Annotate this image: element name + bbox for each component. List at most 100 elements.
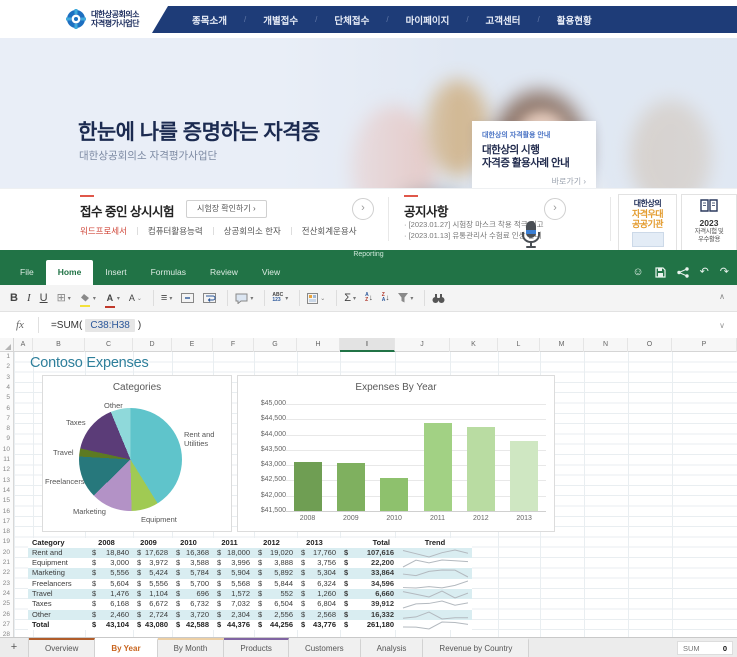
row-header-5[interactable]: 5: [6, 393, 10, 403]
nav-item-5[interactable]: 고객센터: [486, 13, 521, 27]
table-row-travel[interactable]: Travel$1,476$1,104$696$1,572$552$1,260$6…: [28, 589, 472, 599]
check-test-site-button[interactable]: 시험장 확인하기 ›: [186, 200, 267, 218]
row-header-13[interactable]: 13: [3, 476, 10, 486]
bar-2009[interactable]: [337, 463, 365, 511]
row-header-21[interactable]: 21: [3, 558, 10, 568]
sort-descending-button[interactable]: ZA ↓: [382, 289, 390, 307]
sort-ascending-button[interactable]: AZ ↓: [365, 289, 373, 307]
share-icon[interactable]: [677, 267, 689, 278]
column-header-H[interactable]: H: [297, 338, 340, 352]
row-header-3[interactable]: 3: [6, 373, 10, 383]
exam-next-arrow[interactable]: ›: [352, 198, 374, 220]
sheet-tab-overview[interactable]: Overview: [29, 638, 95, 657]
row-header-28[interactable]: 28: [3, 630, 10, 637]
column-header-J[interactable]: J: [395, 338, 450, 352]
expand-formula-bar-icon[interactable]: ∨: [719, 321, 725, 330]
row-header-27[interactable]: 27: [3, 620, 10, 630]
sheet-tab-customers[interactable]: Customers: [289, 638, 361, 657]
column-header-E[interactable]: E: [172, 338, 213, 352]
table-row-marketing[interactable]: Marketing$5,556$5,424$5,784$5,904$5,892$…: [28, 568, 472, 578]
fill-color-button[interactable]: ▾: [80, 289, 96, 307]
pie-chart[interactable]: Categories Rent and UtilitiesEquipmentMa…: [42, 375, 232, 532]
banner-qualification-preference[interactable]: 대한상의 자격우대 공공기관: [618, 194, 677, 251]
exam-link-1[interactable]: 워드프로세서: [80, 225, 127, 237]
bold-button[interactable]: B: [10, 289, 18, 307]
column-header-P[interactable]: P: [672, 338, 737, 352]
bar-2011[interactable]: [424, 423, 452, 511]
align-button[interactable]: ≡▾: [161, 289, 172, 307]
column-header-C[interactable]: C: [85, 338, 133, 352]
ribbon-tab-insert[interactable]: Insert: [93, 260, 138, 285]
nav-item-2[interactable]: 개별접수: [263, 13, 298, 27]
row-header-19[interactable]: 19: [3, 537, 10, 547]
row-header-14[interactable]: 14: [3, 486, 10, 496]
row-header-10[interactable]: 10: [3, 445, 10, 455]
column-header-I[interactable]: I: [340, 338, 395, 352]
smiley-icon[interactable]: ☺: [632, 267, 643, 278]
survey-button[interactable]: ⌄: [307, 289, 325, 307]
nav-item-4[interactable]: 마이페이지: [406, 13, 450, 27]
exam-link-4[interactable]: 전산회계운용사: [302, 225, 357, 237]
bar-2013[interactable]: [510, 441, 538, 511]
borders-button[interactable]: ⊞▾: [57, 289, 71, 307]
bar-2012[interactable]: [467, 427, 495, 511]
bar-chart[interactable]: Expenses By Year $45,000$44,500$44,000$4…: [237, 375, 555, 532]
row-header-9[interactable]: 9: [6, 434, 10, 444]
row-header-26[interactable]: 26: [3, 610, 10, 620]
promo-shortcut-link[interactable]: 바로가기 ›: [552, 176, 586, 187]
ribbon-tab-review[interactable]: Review: [198, 260, 250, 285]
sheet-tab-revenue-by-country[interactable]: Revenue by Country: [423, 638, 529, 657]
row-header-15[interactable]: 15: [3, 496, 10, 506]
row-header-18[interactable]: 18: [3, 527, 10, 537]
column-header-N[interactable]: N: [584, 338, 628, 352]
row-header-22[interactable]: 22: [3, 568, 10, 578]
nav-item-1[interactable]: 종목소개: [192, 13, 227, 27]
save-icon[interactable]: [655, 267, 666, 278]
exam-link-2[interactable]: 컴퓨터활용능력: [148, 225, 203, 237]
row-header-8[interactable]: 8: [6, 424, 10, 434]
column-header-D[interactable]: D: [133, 338, 172, 352]
nav-item-6[interactable]: 활용현황: [557, 13, 592, 27]
notice-next-arrow[interactable]: ›: [544, 198, 566, 220]
row-header-17[interactable]: 17: [3, 517, 10, 527]
row-header-25[interactable]: 25: [3, 599, 10, 609]
table-row-taxes[interactable]: Taxes$6,168$6,672$6,732$7,032$6,504$6,80…: [28, 599, 472, 609]
ribbon-tab-home[interactable]: Home: [46, 260, 94, 285]
ribbon-tab-formulas[interactable]: Formulas: [139, 260, 198, 285]
column-header-O[interactable]: O: [628, 338, 672, 352]
bar-2010[interactable]: [380, 478, 408, 511]
table-row-rent-and-utilities[interactable]: Rent and Utilities$18,840$17,628$16,368$…: [28, 548, 472, 558]
formula-input[interactable]: =SUM(C38:H38): [51, 320, 141, 331]
column-header-K[interactable]: K: [450, 338, 498, 352]
column-header-F[interactable]: F: [213, 338, 254, 352]
table-row-other[interactable]: Other$2,460$2,724$3,720$2,304$2,556$2,56…: [28, 610, 472, 620]
merge-cells-button[interactable]: [181, 289, 194, 307]
row-header-1[interactable]: 1: [6, 352, 10, 362]
row-header-24[interactable]: 24: [3, 589, 10, 599]
row-header-2[interactable]: 2: [6, 362, 10, 372]
row-header-7[interactable]: 7: [6, 414, 10, 424]
autosum-button[interactable]: Σ▾: [344, 289, 356, 307]
row-header-12[interactable]: 12: [3, 465, 10, 475]
select-all-corner[interactable]: [0, 338, 14, 352]
underline-button[interactable]: U: [40, 289, 48, 307]
row-header-23[interactable]: 23: [3, 579, 10, 589]
sheet-tab-analysis[interactable]: Analysis: [361, 638, 424, 657]
sheet-tab-by-month[interactable]: By Month: [158, 638, 225, 657]
table-row-freelancers[interactable]: Freelancers$5,604$5,556$5,700$5,568$5,84…: [28, 579, 472, 589]
column-header-M[interactable]: M: [540, 338, 584, 352]
table-row-equipment[interactable]: Equipment$3,000$3,972$3,588$3,996$3,888$…: [28, 558, 472, 568]
row-header-6[interactable]: 6: [6, 404, 10, 414]
column-header-B[interactable]: B: [33, 338, 85, 352]
redo-icon[interactable]: ↷: [720, 267, 729, 278]
row-header-16[interactable]: 16: [3, 507, 10, 517]
number-format-button[interactable]: ABC123 ▾: [272, 289, 288, 307]
ribbon-tab-file[interactable]: File: [8, 260, 46, 285]
sheet-tab-by-year[interactable]: By Year: [95, 638, 157, 657]
ribbon-tab-view[interactable]: View: [250, 260, 292, 285]
row-header-4[interactable]: 4: [6, 383, 10, 393]
wrap-text-button[interactable]: [203, 289, 216, 307]
table-row-total[interactable]: Total$43,104$43,080$42,588$44,376$44,256…: [28, 620, 472, 630]
spreadsheet-grid[interactable]: 1234567891011121314151617181920212223242…: [0, 352, 737, 637]
exam-link-3[interactable]: 상공회의소 한자: [224, 225, 281, 237]
